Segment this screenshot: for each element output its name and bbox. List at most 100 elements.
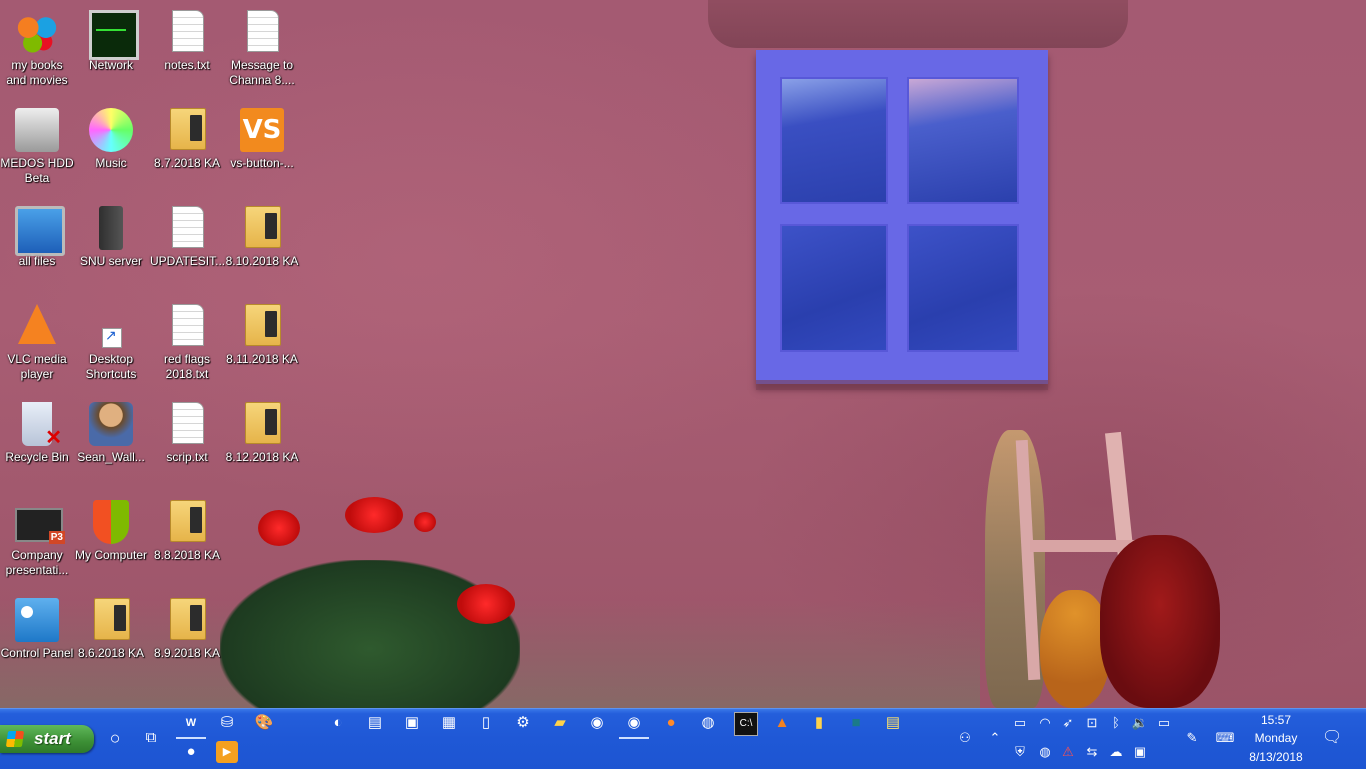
desktop-icon-music[interactable]: Music: [74, 102, 148, 192]
desktop-icon-all-files[interactable]: all files: [0, 200, 74, 290]
file-explorer-icon[interactable]: ▰: [549, 712, 571, 734]
book-icon[interactable]: ■: [845, 712, 867, 734]
desktop-icon-folder-8-8[interactable]: 8.8.2018 KA: [150, 494, 224, 584]
image-viewer-icon[interactable]: ▣: [401, 712, 423, 734]
settings-gear-icon[interactable]: ⚙: [512, 712, 534, 734]
vlc-taskbar-icon[interactable]: ▲: [771, 712, 793, 734]
sticky-notes-icon[interactable]: ▤: [882, 712, 904, 734]
desktop-icon-medos[interactable]: MEDOS HDD Beta: [0, 102, 74, 192]
folder-alt-icon[interactable]: ▮: [808, 712, 830, 734]
desktop-icon-label: Recycle Bin: [5, 450, 69, 464]
task-view-icon[interactable]: ⧉: [140, 727, 162, 749]
desktop-icon-network[interactable]: Network: [74, 4, 148, 94]
text-file-icon: [172, 206, 204, 248]
folder-icon: [170, 500, 206, 542]
flower: [345, 497, 403, 533]
cmd-icon[interactable]: C:\: [734, 712, 758, 736]
desktop-icon-label: 8.6.2018 KA: [77, 646, 145, 660]
desktop-icon-label: Music: [95, 156, 127, 170]
word-icon[interactable]: W: [180, 712, 202, 734]
desktop-icon-label: Desktop Shortcuts: [85, 352, 137, 381]
desktop-icon-control-panel[interactable]: Control Panel: [0, 592, 74, 682]
taskbar: start ○ ⧉ W ● ▶ ⛁ 🎨 ◐ ▤ ▣ ▦ ▯ ⚙ ▰ ◉ ◉ ● …: [0, 708, 1366, 769]
desktop-icon-label: my books and movies: [6, 58, 68, 87]
desktop-icon-label: Sean_Wall...: [77, 450, 145, 464]
vlc-icon: [18, 304, 56, 344]
media-player-icon[interactable]: ▶: [216, 741, 238, 763]
teamviewer-icon[interactable]: ⇆: [1083, 743, 1101, 761]
calculator-icon[interactable]: ▦: [438, 712, 460, 734]
desktop-icon-label: Network: [88, 58, 133, 72]
eraser-icon[interactable]: ◐: [327, 712, 349, 734]
cortana-circle-icon[interactable]: ○: [104, 727, 126, 749]
flower: [414, 512, 436, 532]
desktop-icon-message[interactable]: Message to Channa 8....: [225, 4, 299, 94]
desktop-icon-red-flags[interactable]: red flags 2018.txt: [150, 298, 224, 388]
desktop-icon-recycle-bin[interactable]: Recycle Bin: [0, 396, 74, 486]
chrome-active-icon[interactable]: ◉: [623, 712, 645, 734]
start-label: start: [34, 729, 71, 748]
desktop-icon-label: 8.12.2018 KA: [225, 450, 299, 464]
desktop-icon-company-presentation[interactable]: Company presentati...: [0, 494, 74, 584]
chevron-up-icon[interactable]: ⌃: [986, 729, 1004, 747]
notifications-icon[interactable]: 🗨: [1322, 729, 1342, 747]
desktop-icon-my-books[interactable]: my books and movies: [0, 4, 74, 94]
desktop-icon-label: VLC media player: [7, 352, 67, 381]
desktop-icon-folder-8-11[interactable]: 8.11.2018 KA: [225, 298, 299, 388]
folder-icon: [245, 304, 281, 346]
desktop-icon-my-computer[interactable]: My Computer: [74, 494, 148, 584]
clock-time: 15:57: [1260, 713, 1292, 727]
archive-icon[interactable]: ▤: [364, 712, 386, 734]
user-icon: [89, 402, 133, 446]
firefox-icon[interactable]: ●: [660, 712, 682, 734]
desktop-icon-sean-wall[interactable]: Sean_Wall...: [74, 396, 148, 486]
desktop-icon-scrip[interactable]: scrip.txt: [150, 396, 224, 486]
lock-icon[interactable]: ⊡: [1083, 714, 1101, 732]
desktop-icon-snu-server[interactable]: SNU server: [74, 200, 148, 290]
flower: [258, 510, 300, 546]
computer-icon: [15, 206, 65, 256]
battery-icon[interactable]: ▭: [1155, 714, 1173, 732]
geranium-plant: [220, 560, 520, 708]
desktop-icon-vs-button[interactable]: VS vs-button-...: [225, 102, 299, 192]
cursor-icon[interactable]: ➶: [1059, 714, 1077, 732]
people-icon[interactable]: ⚇: [956, 729, 974, 747]
discord-icon[interactable]: ◍: [697, 712, 719, 734]
network-drive-icon[interactable]: ⛁: [216, 712, 238, 734]
desktop-icon-desktop-shortcuts[interactable]: Desktop Shortcuts: [74, 298, 148, 388]
desktop-icon-folder-8-10[interactable]: 8.10.2018 KA: [225, 200, 299, 290]
start-button[interactable]: start: [0, 725, 94, 753]
flower: [457, 584, 515, 624]
discord-tray-icon[interactable]: ◍: [1036, 743, 1054, 761]
powerpoint-icon: [15, 508, 65, 544]
desktop-icon-label: SNU server: [79, 254, 142, 268]
bluetooth-icon[interactable]: ᛒ: [1107, 714, 1125, 732]
desktop-icon-vlc[interactable]: VLC media player: [0, 298, 74, 388]
window-tray-icon[interactable]: ▣: [1131, 743, 1149, 761]
desktop-icon-folder-8-12[interactable]: 8.12.2018 KA: [225, 396, 299, 486]
pen-icon[interactable]: ✎: [1183, 729, 1201, 747]
notepad-icon[interactable]: ▯: [475, 712, 497, 734]
hard-drive-icon: [15, 108, 59, 152]
paint-icon[interactable]: 🎨: [253, 712, 275, 734]
desktop-icon-folder-8-7[interactable]: 8.7.2018 KA: [150, 102, 224, 192]
folder-icon: [94, 598, 130, 640]
volume-icon[interactable]: 🔉: [1131, 714, 1149, 732]
desktop-icon-updatesite[interactable]: UPDATESIT...: [150, 200, 225, 290]
desktop-icon-folder-8-9[interactable]: 8.9.2018 KA: [150, 592, 224, 682]
tray-monitor-icon[interactable]: ▭: [1011, 714, 1029, 732]
desktop-icon-label: 8.11.2018 KA: [226, 352, 298, 366]
chrome-icon[interactable]: ◉: [586, 712, 608, 734]
acrobat-icon[interactable]: ●: [180, 741, 202, 763]
desktop-icon-label: vs-button-...: [230, 156, 294, 170]
alert-icon[interactable]: ⚠: [1059, 743, 1077, 761]
wifi-icon[interactable]: ◠: [1036, 714, 1054, 732]
desktop-icon-notes[interactable]: notes.txt: [150, 4, 224, 94]
defender-shield-icon[interactable]: ⛨: [1011, 743, 1029, 761]
keyboard-icon[interactable]: ⌨: [1212, 729, 1238, 747]
desktop-icon-label: 8.9.2018 KA: [153, 646, 221, 660]
desktop-icon-label: all files: [18, 254, 56, 268]
desktop-icon-label: notes.txt: [164, 58, 210, 72]
onedrive-icon[interactable]: ☁: [1107, 743, 1125, 761]
desktop-icon-folder-8-6[interactable]: 8.6.2018 KA: [74, 592, 148, 682]
